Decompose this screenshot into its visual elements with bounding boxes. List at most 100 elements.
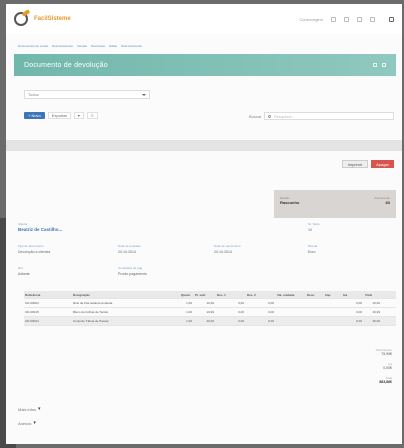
table-cell: 1,00: [186, 319, 192, 323]
column-header: Des. 2: [247, 292, 256, 297]
breadcrumb-item[interactable]: Vendas: [77, 44, 87, 48]
breadcrumb-item[interactable]: Devolucao: [91, 44, 105, 48]
breadcrumb-item[interactable]: Documentos de venda: [18, 44, 48, 48]
table-cell: 40,00: [206, 319, 214, 323]
table-cell: 0,00: [356, 301, 362, 305]
chevron-down-icon: [142, 93, 146, 96]
column-header: Desc.: [307, 292, 316, 297]
help-icon[interactable]: [357, 16, 362, 22]
due-date-field[interactable]: Data de vencimento 20-10-2014: [214, 244, 241, 254]
page-title: Documento de devolução: [24, 61, 108, 69]
table-cell: 0,00: [238, 319, 244, 323]
filter-select[interactable]: Todos: [24, 90, 150, 99]
column-header: Des. 1: [217, 292, 226, 297]
dropdown-button[interactable]: ▾: [73, 112, 84, 119]
breadcrumb-item[interactable]: Editar: [109, 44, 117, 48]
breadcrumb-item[interactable]: Descontamento: [121, 44, 142, 48]
chevron-down-icon: ▾: [33, 420, 36, 426]
doc-type-value: Devolução a clientes: [18, 250, 51, 254]
column-header: Pr. unit.: [195, 292, 207, 297]
table-row[interactable]: CD-00004 Rolo de Fita Isolante Amarela 1…: [24, 299, 396, 308]
table-cell: 1,00: [186, 301, 192, 305]
table-cell: Conjunto Tábua de Passar: [73, 319, 109, 323]
table-cell: 0,00: [268, 301, 274, 305]
top-navbar: FacilSisteme Conecvegem: [6, 4, 402, 34]
issue-date-field[interactable]: Data de emissão 20-10-2014: [118, 244, 141, 254]
payment-value: Pronto pagamento: [118, 272, 147, 276]
new-button[interactable]: + Novo: [24, 112, 45, 119]
section-divider: [6, 140, 402, 151]
doc-type-label: Tipo de documento: [18, 244, 44, 248]
client-label: Cliente: [18, 222, 28, 226]
table-cell: 0,00: [268, 310, 274, 314]
series-value: 10: [308, 228, 312, 232]
search-input[interactable]: Pesquisar...: [264, 112, 394, 120]
search-label: Buscar: [249, 114, 262, 119]
settings-icon[interactable]: [344, 16, 349, 22]
logo[interactable]: FacilSisteme: [14, 12, 71, 26]
totals-panel: Total ilíquido 75,99€ Iva 0,00€ Total 88…: [352, 348, 392, 390]
close-icon[interactable]: [382, 63, 386, 67]
due-date-label: Data de vencimento: [214, 244, 241, 248]
column-header: Total: [365, 292, 372, 297]
ref-field: Ref. Adiante: [18, 266, 30, 276]
attachments-link[interactable]: Anexos ▾: [18, 420, 36, 426]
table-cell: Bloco de Folhas de Tecido: [73, 310, 109, 314]
table-cell: CD-00015: [25, 310, 39, 314]
more-info-link[interactable]: Mais infos ▾: [18, 406, 41, 412]
options-button[interactable]: Ξ: [86, 112, 98, 119]
table-cell: 16,00: [206, 301, 214, 305]
table-row[interactable]: CD-00024 Conjunto Tábua de Passar 1,00 4…: [24, 317, 396, 326]
total-value: 75,99€: [381, 352, 392, 356]
column-header: Imp.: [325, 292, 332, 297]
table-row[interactable]: CD-00015 Bloco de Folhas de Tecido 1,00 …: [24, 308, 396, 317]
column-header: Referência: [25, 292, 41, 297]
column-header: Quant.: [181, 292, 191, 297]
status-summary: Estado Rascunho Documento 83: [274, 190, 396, 218]
doc-number-value: 83: [385, 200, 390, 205]
doc-type-field: Tipo de documento Devolução a clientes: [18, 244, 50, 254]
notifications-icon[interactable]: [331, 16, 336, 22]
user-icon[interactable]: [370, 16, 375, 22]
table-cell: Rolo de Fita Isolante Amarela: [73, 301, 113, 305]
column-header: Val. unidade: [277, 292, 295, 297]
client-name[interactable]: Beatriz de Castilho...: [18, 227, 62, 232]
search-icon: [268, 114, 271, 118]
ref-value: Adiante: [18, 272, 30, 276]
table-cell: 1,00: [186, 310, 192, 314]
attachments-label: Anexos: [18, 420, 32, 426]
issue-date-value: 20-10-2014: [118, 250, 136, 254]
status-value: Rascunho: [280, 200, 300, 205]
document-actions: Imprimir Apagar: [341, 160, 394, 168]
total-value: 0,00€: [383, 366, 392, 370]
user-label[interactable]: Conecvegem: [299, 17, 323, 22]
expand-icon[interactable]: [373, 63, 377, 67]
client-field[interactable]: Cliente Beatriz de Castilho...: [18, 222, 62, 232]
menu-icon[interactable]: [389, 16, 394, 22]
currency-value: Euro: [308, 250, 316, 254]
table-cell: 0,00: [238, 310, 244, 314]
issue-date-label: Data de emissão: [118, 244, 141, 248]
table-cell: 40,00: [372, 319, 380, 323]
payment-field[interactable]: Condições de pag. Pronto pagamento: [118, 266, 147, 276]
column-header: Iva: [343, 292, 348, 297]
due-date-value: 20-10-2014: [214, 250, 232, 254]
logo-text: FacilSisteme: [34, 16, 71, 22]
search-placeholder: Pesquisar...: [274, 113, 295, 119]
table-cell: 0,00: [238, 301, 244, 305]
more-info-label: Mais infos: [18, 406, 37, 412]
export-button[interactable]: Exportar: [47, 112, 71, 119]
table-cell: 0,00: [268, 319, 274, 323]
print-button[interactable]: Imprimir: [341, 160, 369, 168]
breadcrumb: Documentos de venda Descontamento Vendas…: [18, 44, 142, 48]
total-grand: Total 883,86€: [352, 376, 392, 384]
column-header: Designação: [73, 292, 90, 297]
breadcrumb-item[interactable]: Descontamento: [52, 44, 73, 48]
currency-field[interactable]: Moeda Euro: [308, 244, 317, 254]
delete-button[interactable]: Apagar: [371, 160, 394, 168]
page-header: Documento de devolução: [14, 54, 396, 76]
toolbar: + Novo Exportar ▾ Ξ: [24, 112, 98, 119]
filter-value: Todos: [28, 92, 39, 97]
total-tax: Iva 0,00€: [352, 362, 392, 370]
payment-label: Condições de pag.: [118, 266, 144, 270]
